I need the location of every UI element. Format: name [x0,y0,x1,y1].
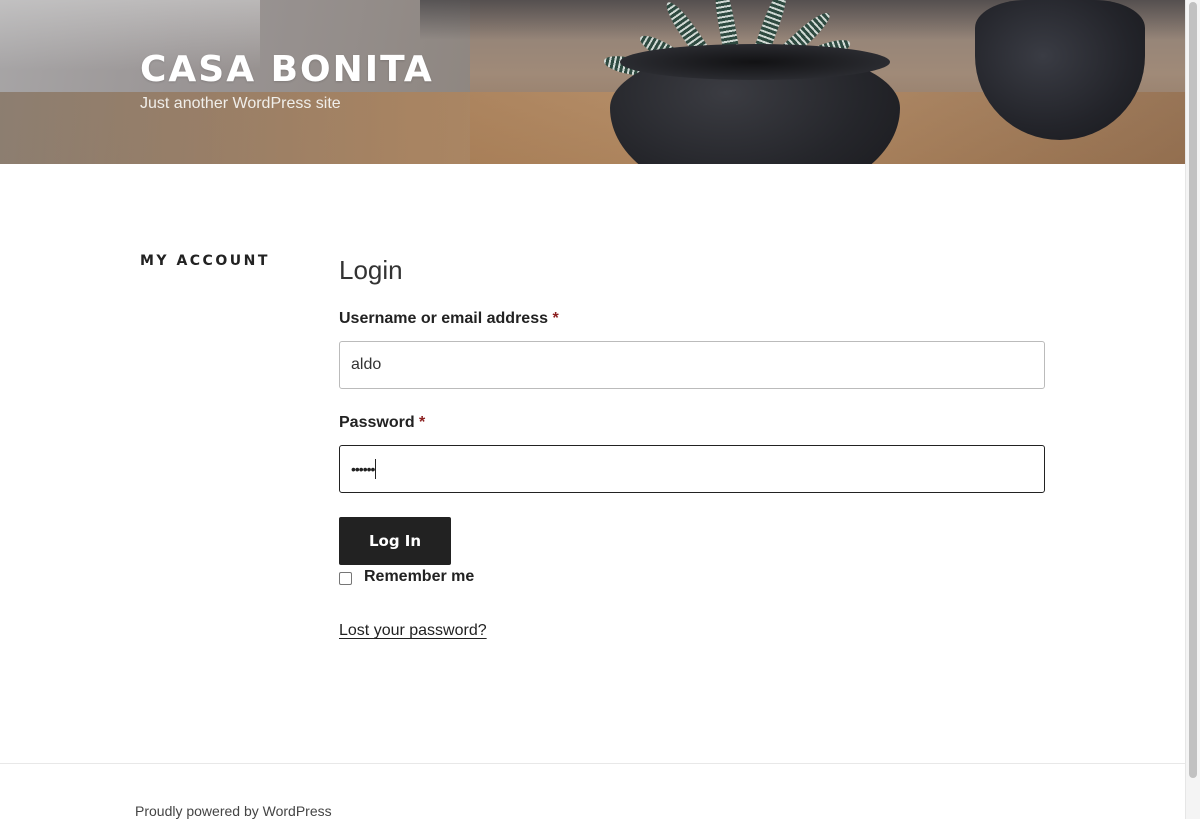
plant-pot-rim [620,44,890,80]
page-header: MY ACCOUNT [140,253,270,269]
site-header: CASA BONITA Just another WordPress site [0,0,1185,164]
password-label: Password * [339,414,425,432]
site-branding: CASA BONITA Just another WordPress site [140,49,434,115]
password-masked-value: •••••• [351,461,375,477]
footer-credit[interactable]: Proudly powered by WordPress [135,803,332,819]
lost-password-link[interactable]: Lost your password? [339,622,487,640]
page: CASA BONITA Just another WordPress site … [0,0,1185,819]
page-title: MY ACCOUNT [140,253,270,269]
username-value: aldo [351,356,382,373]
username-input[interactable]: aldo [339,341,1045,389]
required-marker: * [419,414,426,431]
remember-me-row: Remember me [339,568,474,586]
scrollbar-thumb[interactable] [1189,2,1197,778]
remember-me-checkbox[interactable] [339,572,352,585]
username-label-text: Username or email address [339,310,548,327]
footer-divider [0,763,1185,764]
login-button[interactable]: Log In [339,517,451,565]
site-description: Just another WordPress site [140,95,341,112]
password-label-text: Password [339,414,415,431]
password-input[interactable]: •••••• [339,445,1045,493]
required-marker: * [552,310,559,327]
login-form: Login Username or email address * aldo P… [339,252,1045,639]
vertical-scrollbar[interactable] [1185,0,1200,819]
site-title[interactable]: CASA BONITA [140,49,434,91]
username-label: Username or email address * [339,310,559,328]
text-caret [375,459,377,479]
login-heading: Login [339,255,403,285]
remember-me-label[interactable]: Remember me [364,568,474,586]
